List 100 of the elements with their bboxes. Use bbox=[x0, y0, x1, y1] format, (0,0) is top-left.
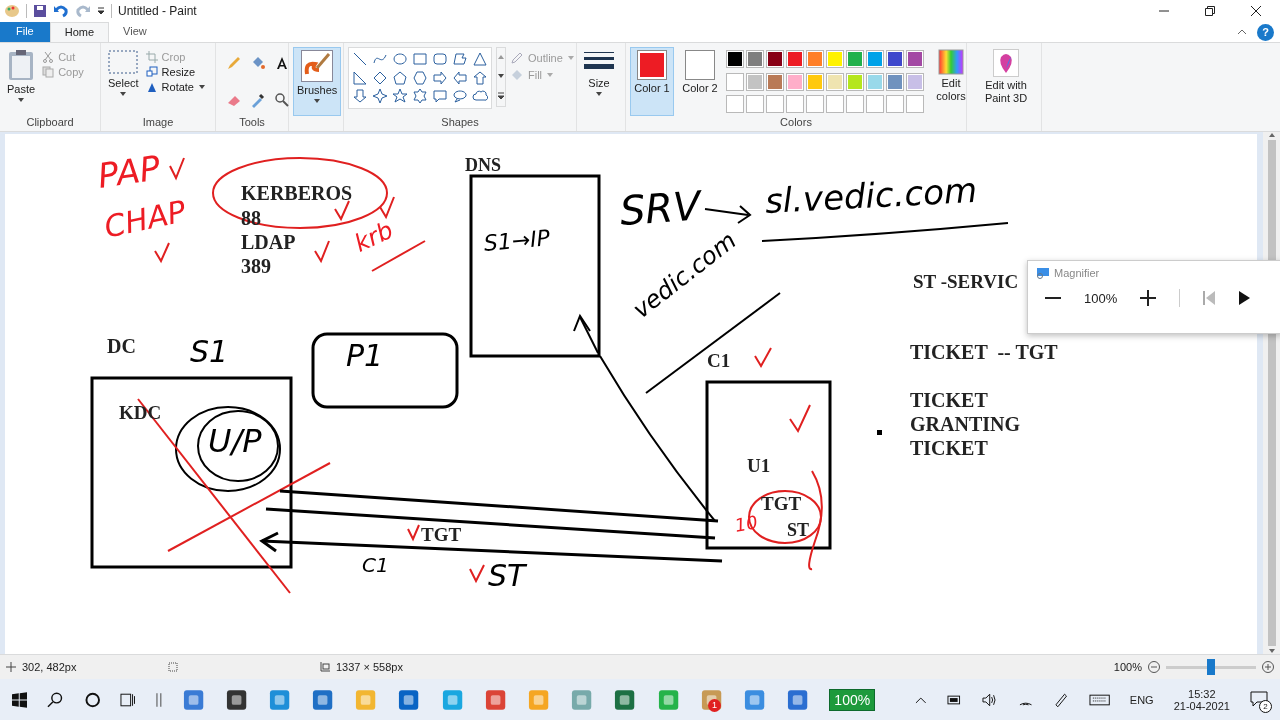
pentagon-icon[interactable] bbox=[392, 69, 408, 86]
undo-icon[interactable] bbox=[53, 4, 69, 18]
paste-button[interactable]: Paste bbox=[4, 47, 39, 116]
check-mark bbox=[314, 240, 330, 264]
empty-color-slot[interactable] bbox=[906, 95, 924, 114]
save-icon[interactable] bbox=[33, 4, 47, 18]
scroll-up-icon[interactable] bbox=[497, 54, 505, 61]
pen-icon[interactable] bbox=[1053, 691, 1069, 708]
search-icon[interactable] bbox=[47, 690, 65, 709]
color-swatch[interactable] bbox=[806, 72, 824, 91]
battery-icon[interactable] bbox=[946, 694, 963, 705]
collapse-caret-icon[interactable] bbox=[1237, 28, 1247, 36]
star-icon[interactable] bbox=[392, 88, 408, 105]
start-icon[interactable] bbox=[12, 691, 28, 708]
keyboard-icon[interactable] bbox=[1088, 693, 1110, 706]
speech-bubble-icon[interactable] bbox=[452, 88, 468, 105]
color-swatch[interactable] bbox=[746, 72, 764, 91]
empty-color-slot[interactable] bbox=[786, 95, 804, 114]
color-swatch[interactable] bbox=[826, 72, 844, 91]
down-arrow-icon[interactable] bbox=[352, 88, 368, 105]
zoom-in-icon[interactable] bbox=[1139, 289, 1158, 307]
empty-color-slot[interactable] bbox=[746, 95, 764, 114]
color-swatch[interactable] bbox=[726, 72, 744, 91]
empty-color-slot[interactable] bbox=[806, 95, 824, 114]
brushes-button[interactable]: Brushes bbox=[293, 47, 342, 116]
edit-colors-button[interactable]: Edit colors bbox=[928, 47, 974, 116]
play-icon[interactable] bbox=[1238, 290, 1251, 306]
magnifier-tool-icon[interactable] bbox=[274, 91, 290, 108]
copy-icon bbox=[42, 66, 55, 78]
canvas-text: DNS bbox=[465, 155, 501, 177]
check-mark bbox=[379, 196, 395, 220]
resize-button[interactable]: Resize bbox=[145, 66, 206, 78]
input-language[interactable]: ENG bbox=[1129, 693, 1154, 706]
ribbon-tab[interactable]: Home bbox=[49, 22, 110, 42]
color-swatch[interactable] bbox=[846, 72, 864, 91]
task-view-icon[interactable] bbox=[120, 691, 136, 708]
triangle-icon[interactable] bbox=[472, 51, 488, 67]
handwritten-text: P1 bbox=[346, 341, 384, 371]
clock[interactable]: 15:32 21-04-2021 bbox=[1173, 687, 1230, 712]
caret-up-icon[interactable] bbox=[915, 695, 927, 704]
scroll-down-icon[interactable] bbox=[497, 73, 505, 79]
dropdown-icon[interactable] bbox=[97, 7, 105, 15]
restore-icon[interactable] bbox=[1204, 5, 1216, 17]
six-point-star-icon[interactable] bbox=[412, 88, 428, 105]
color-swatch[interactable] bbox=[766, 50, 784, 68]
color-swatch[interactable] bbox=[886, 72, 904, 91]
color-swatch[interactable] bbox=[766, 72, 784, 91]
circle-icon[interactable] bbox=[84, 691, 101, 708]
ribbon-tab[interactable]: View bbox=[109, 22, 161, 42]
close-icon[interactable] bbox=[1250, 5, 1262, 17]
color-swatch[interactable] bbox=[786, 72, 804, 91]
help-button[interactable]: ? bbox=[1257, 23, 1274, 41]
handwritten-text: ST bbox=[488, 561, 526, 591]
diamond-icon[interactable] bbox=[372, 69, 388, 86]
empty-color-slot[interactable] bbox=[866, 95, 884, 114]
color-1-button[interactable]: Color 1 bbox=[630, 47, 674, 116]
text-tool-icon[interactable] bbox=[274, 55, 290, 71]
file-menu[interactable]: File bbox=[0, 22, 50, 42]
color-swatch[interactable] bbox=[906, 50, 924, 68]
left-arrow-icon[interactable] bbox=[452, 69, 468, 86]
rotate-button[interactable]: Rotate bbox=[145, 81, 206, 93]
polygon-icon[interactable] bbox=[452, 51, 468, 67]
color-swatch[interactable] bbox=[866, 72, 884, 91]
color-swatch[interactable] bbox=[746, 50, 764, 68]
four-point-star-icon[interactable] bbox=[372, 88, 388, 105]
empty-color-slot[interactable] bbox=[766, 95, 784, 114]
line-icon[interactable] bbox=[352, 51, 368, 67]
scissors-icon bbox=[42, 51, 55, 63]
empty-color-slot[interactable] bbox=[726, 95, 744, 114]
right-triangle-icon[interactable] bbox=[352, 69, 368, 86]
expand-gallery-icon[interactable] bbox=[497, 91, 505, 100]
battery-percentage-badge[interactable]: 100% bbox=[829, 688, 876, 711]
color-swatch[interactable] bbox=[846, 50, 864, 68]
right-arrow-icon[interactable] bbox=[432, 69, 448, 86]
callout-icon[interactable] bbox=[432, 88, 448, 105]
hexagon-icon[interactable] bbox=[412, 69, 428, 86]
check-mark bbox=[407, 524, 420, 542]
color-swatch[interactable] bbox=[786, 50, 804, 68]
color-picker-icon[interactable] bbox=[250, 91, 266, 108]
color-swatch[interactable] bbox=[806, 50, 824, 68]
color-swatch[interactable] bbox=[726, 50, 744, 68]
fill-bucket-icon bbox=[510, 68, 524, 82]
skip-back-icon[interactable] bbox=[1202, 290, 1217, 306]
check-mark bbox=[754, 347, 772, 368]
size-button[interactable]: Size bbox=[581, 47, 617, 116]
color-swatch[interactable] bbox=[826, 50, 844, 68]
empty-color-slot[interactable] bbox=[826, 95, 844, 114]
color-swatch[interactable] bbox=[866, 50, 884, 68]
speaker-icon[interactable] bbox=[982, 692, 998, 707]
color-swatch[interactable] bbox=[886, 50, 904, 68]
empty-color-slot[interactable] bbox=[846, 95, 864, 114]
up-arrow-icon[interactable] bbox=[472, 69, 488, 86]
select-button[interactable]: Select bbox=[105, 47, 142, 116]
clipboard-icon bbox=[8, 49, 35, 81]
empty-color-slot[interactable] bbox=[886, 95, 904, 114]
color-2-button[interactable]: Color 2 bbox=[678, 47, 722, 116]
color-swatch[interactable] bbox=[906, 72, 924, 91]
paint-3d-button[interactable]: Edit with Paint 3D bbox=[971, 47, 1041, 116]
group-label: Colors bbox=[779, 116, 813, 130]
caret-icon bbox=[566, 55, 575, 61]
